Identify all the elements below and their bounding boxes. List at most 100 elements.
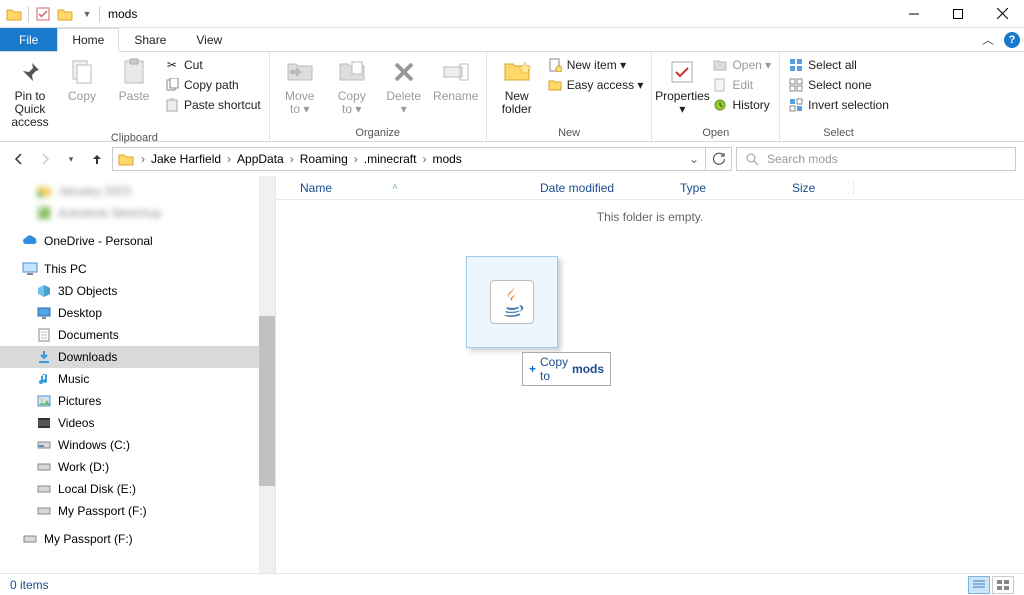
ribbon-tabs: File Home Share View ︿ ? [0,28,1024,52]
breadcrumb-segment[interactable]: .minecraft [362,152,419,166]
edit-button[interactable]: Edit [708,76,775,94]
history-dropdown-button[interactable]: ▾ [60,148,82,170]
back-button[interactable] [8,148,30,170]
paste-shortcut-button[interactable]: Paste shortcut [160,96,265,114]
tree-item-passport-ext[interactable]: My Passport (F:) [0,528,275,550]
column-name[interactable]: Name˄ [292,181,532,195]
column-date[interactable]: Date modified [532,181,672,195]
chevron-right-icon[interactable]: › [137,152,149,166]
tree-item-windows-c[interactable]: Windows (C:) [0,434,275,456]
properties-qat-icon[interactable] [33,4,53,24]
tab-view[interactable]: View [181,28,237,51]
new-folder-button[interactable]: New folder [491,54,543,125]
qat-dropdown-icon[interactable]: ▼ [77,4,97,24]
window-controls [892,0,1024,28]
tree-item-videos[interactable]: Videos [0,412,275,434]
new-item-button[interactable]: New item ▾ [543,56,648,74]
file-list[interactable]: Name˄ Date modified Type Size This folde… [276,176,1024,573]
scissors-icon: ✂ [164,57,180,73]
move-to-button[interactable]: Move to ▾ [274,54,326,125]
tree-item-desktop[interactable]: Desktop [0,302,275,324]
delete-button[interactable]: Delete ▾ [378,54,430,125]
folder-qat-icon[interactable] [55,4,75,24]
sort-indicator-icon: ˄ [392,182,398,193]
maximize-button[interactable] [936,0,980,28]
address-bar[interactable]: › Jake Harfield › AppData › Roaming › .m… [112,147,706,171]
tree-onedrive[interactable]: OneDrive - Personal [0,230,275,252]
select-all-button[interactable]: Select all [784,56,893,74]
drive-icon [22,531,38,547]
tree-item-local-e[interactable]: Local Disk (E:) [0,478,275,500]
chevron-right-icon[interactable]: › [286,152,298,166]
minimize-button[interactable] [892,0,936,28]
chevron-down-icon[interactable]: ⌄ [685,152,703,166]
folder-icon [4,4,24,24]
navigation-bar: ▾ › Jake Harfield › AppData › Roaming › … [0,142,1024,176]
invert-selection-button[interactable]: Invert selection [784,96,893,114]
breadcrumb-segment[interactable]: mods [430,152,463,166]
scrollbar-thumb[interactable] [259,316,275,486]
history-button[interactable]: History [708,96,775,114]
select-all-icon [788,57,804,73]
empty-folder-text: This folder is empty. [276,200,1024,224]
group-clipboard: Pin to Quick access Copy Paste ✂Cut Copy… [0,52,270,141]
details-view-button[interactable] [968,576,990,594]
close-button[interactable] [980,0,1024,28]
breadcrumb-segment[interactable]: Jake Harfield [149,152,223,166]
collapse-ribbon-icon[interactable]: ︿ [976,28,1000,51]
tree-item-pictures[interactable]: Pictures [0,390,275,412]
history-icon [712,97,728,113]
drag-item [466,256,558,348]
java-icon [490,280,534,324]
edit-icon [712,77,728,93]
paste-button[interactable]: Paste [108,54,160,130]
tree-item-3d-objects[interactable]: 3D Objects [0,280,275,302]
search-input[interactable]: Search mods [736,147,1016,171]
forward-button[interactable] [34,148,56,170]
tree-item-music[interactable]: Music [0,368,275,390]
breadcrumb-segment[interactable]: AppData [235,152,286,166]
drive-icon [36,503,52,519]
column-type[interactable]: Type [672,181,784,195]
breadcrumb-segment[interactable]: Roaming [298,152,350,166]
pin-to-quick-access-button[interactable]: Pin to Quick access [4,54,56,130]
tree-item-work-d[interactable]: Work (D:) [0,456,275,478]
copy-to-button[interactable]: Copy to ▾ [326,54,378,125]
new-item-icon [547,57,563,73]
drive-icon [36,437,52,453]
up-button[interactable] [86,148,108,170]
music-icon [36,371,52,387]
select-none-button[interactable]: Select none [784,76,893,94]
help-button[interactable]: ? [1000,28,1024,51]
tree-item[interactable]: January 2023 [0,180,275,202]
cut-button[interactable]: ✂Cut [160,56,265,74]
column-headers: Name˄ Date modified Type Size [276,176,1024,200]
icons-view-button[interactable] [992,576,1014,594]
tree-item-passport-f[interactable]: My Passport (F:) [0,500,275,522]
tree-item-documents[interactable]: Documents [0,324,275,346]
group-new: New folder New item ▾ Easy access ▾ New [487,52,653,141]
status-item-count: 0 items [10,578,49,592]
tree-item-downloads[interactable]: Downloads [0,346,275,368]
tab-share[interactable]: Share [119,28,181,51]
open-button[interactable]: Open ▾ [708,56,775,74]
easy-access-button[interactable]: Easy access ▾ [543,76,648,94]
pc-icon [22,261,38,277]
properties-button[interactable]: Properties ▾ [656,54,708,125]
rename-button[interactable]: Rename [430,54,482,125]
tab-home[interactable]: Home [57,28,119,52]
copy-path-button[interactable]: Copy path [160,76,265,94]
tree-item[interactable]: Autodesk Sketchup [0,202,275,224]
chevron-right-icon[interactable]: › [418,152,430,166]
tab-file[interactable]: File [0,28,57,51]
group-label-select: Select [784,125,893,141]
invert-icon [788,97,804,113]
tree-this-pc[interactable]: This PC [0,258,275,280]
chevron-right-icon[interactable]: › [350,152,362,166]
desktop-icon [36,305,52,321]
copy-button[interactable]: Copy [56,54,108,130]
refresh-button[interactable] [706,147,732,171]
navigation-tree[interactable]: January 2023 Autodesk Sketchup OneDrive … [0,176,276,573]
chevron-right-icon[interactable]: › [223,152,235,166]
column-size[interactable]: Size [784,181,854,195]
